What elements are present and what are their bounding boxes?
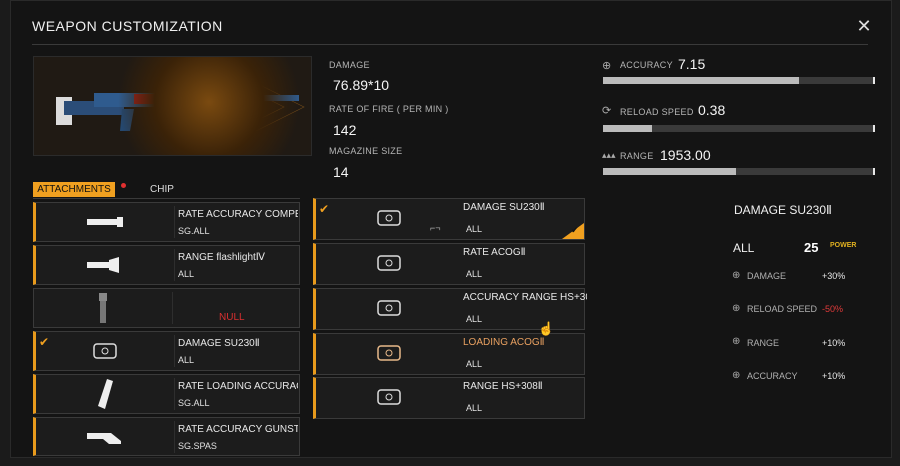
modifier-label: RANGE <box>747 338 780 348</box>
range-icon: ▴▴▴ <box>602 150 616 160</box>
grip-icon <box>34 289 172 327</box>
range-bar <box>603 168 875 175</box>
sight-scope: ALL <box>466 269 483 279</box>
scope-icon <box>316 378 461 416</box>
modifier-value: +10% <box>822 371 846 381</box>
modifier-value: +30% <box>822 271 846 281</box>
damage-value: 76.89*10 <box>333 77 390 93</box>
accuracy-bar <box>603 77 875 84</box>
detail-scope: ALL <box>733 241 755 255</box>
crosshair-icon: ⊕ <box>732 270 741 281</box>
weapon-small-icon: ⌐¬ <box>430 223 441 233</box>
attachment-scope: SG.ALL <box>178 226 210 236</box>
reload-value: 0.38 <box>698 102 726 118</box>
sight-option[interactable]: LOADING ACOGⅡ ALL <box>313 333 585 375</box>
attachment-name: DAMAGE SU230Ⅱ <box>178 338 260 349</box>
sight-option[interactable]: ✔ ⌐¬ DAMAGE SU230Ⅱ ALL ✔ <box>313 198 585 240</box>
mag-label: MAGAZINE SIZE <box>329 146 403 156</box>
power-value: 25 <box>804 240 819 255</box>
crosshair-icon: ⊕ <box>732 336 741 347</box>
divider <box>32 44 868 45</box>
sight-name: LOADING ACOGⅡ <box>463 337 545 348</box>
scope-icon <box>316 289 461 327</box>
attachment-scope: ALL <box>178 269 195 279</box>
reload-icon: ⟳ <box>602 105 612 117</box>
attachment-scope: SG.ALL <box>178 398 210 408</box>
damage-label: DAMAGE <box>329 60 370 70</box>
reload-bar <box>603 125 875 132</box>
attachment-name: RANGE flashlightⅣ <box>178 252 266 263</box>
attachment-name: RATE ACCURACY COMPE <box>178 209 298 220</box>
attachment-scope: SG.SPAS <box>178 441 217 451</box>
tab-divider <box>33 198 300 199</box>
sight-name: ACCURACY RANGE HS+308 <box>463 292 587 303</box>
modifier-label: RELOAD SPEED <box>747 304 818 314</box>
weapon-preview <box>33 56 312 156</box>
sight-name: RANGE HS+308Ⅱ <box>463 381 543 392</box>
crosshair-icon: ⊕ <box>602 60 612 72</box>
accuracy-label: ACCURACY <box>620 60 673 70</box>
flashlight-slim-icon <box>36 203 174 241</box>
sight-scope: ALL <box>466 403 483 413</box>
attachment-name: RATE ACCURACY GUNST <box>178 424 298 435</box>
attachment-slot[interactable]: RANGE flashlightⅣ ALL <box>33 245 300 285</box>
modifier-value: +10% <box>822 338 846 348</box>
sight-scope: ALL <box>466 224 483 234</box>
magazine-icon <box>36 375 174 413</box>
mouse-cursor-icon: ☝ <box>538 321 555 336</box>
range-value: 1953.00 <box>660 147 711 163</box>
attachment-slot[interactable]: RATE LOADING ACCURAC SG.ALL <box>33 374 300 414</box>
scope-icon <box>316 244 461 282</box>
power-label: POWER <box>830 242 857 249</box>
attachment-slot[interactable]: RATE ACCURACY GUNST SG.SPAS <box>33 417 300 456</box>
crosshair-icon: ⊕ <box>732 370 741 381</box>
flashlight-icon <box>36 246 174 284</box>
detail-title: DAMAGE SU230Ⅱ <box>734 203 832 217</box>
sight-scope: ALL <box>466 314 483 324</box>
accuracy-value: 7.15 <box>678 56 706 72</box>
window-title: WEAPON CUSTOMIZATION <box>32 18 223 34</box>
sight-option[interactable]: RANGE HS+308Ⅱ ALL <box>313 377 585 419</box>
equipped-icon: ✔ <box>562 223 584 239</box>
sight-scope: ALL <box>466 359 483 369</box>
scope-icon <box>316 334 461 372</box>
modifier-label: DAMAGE <box>747 271 787 281</box>
close-icon[interactable]: ✕ <box>855 17 873 35</box>
rof-label: RATE OF FIRE ( PER MIN ) <box>329 104 449 114</box>
crosshair-icon: ⊕ <box>732 303 741 314</box>
modifier-label: ACCURACY <box>747 371 798 381</box>
null-label: NULL <box>219 312 245 323</box>
sight-name: DAMAGE SU230Ⅱ <box>463 202 545 213</box>
scope-icon <box>36 332 174 370</box>
notification-dot <box>121 183 126 188</box>
reload-label: RELOAD SPEED <box>620 107 694 117</box>
attachment-slot[interactable]: NULL <box>33 288 300 328</box>
attachment-scope: ALL <box>178 355 195 365</box>
tab-chip[interactable]: CHIP <box>150 184 174 195</box>
attachment-slot[interactable]: RATE ACCURACY COMPE SG.ALL <box>33 202 300 242</box>
tab-attachments[interactable]: ATTACHMENTS <box>33 182 115 197</box>
attachment-name: RATE LOADING ACCURAC <box>178 381 298 392</box>
attachment-slot[interactable]: ✔ DAMAGE SU230Ⅱ ALL <box>33 331 300 371</box>
modifier-value: -50% <box>822 304 844 314</box>
stock-icon <box>36 418 174 456</box>
sight-name: RATE ACOGⅡ <box>463 247 526 258</box>
sight-option[interactable]: RATE ACOGⅡ ALL <box>313 243 585 285</box>
range-label: RANGE <box>620 151 654 161</box>
mag-value: 14 <box>333 164 349 180</box>
rof-value: 142 <box>333 122 357 138</box>
